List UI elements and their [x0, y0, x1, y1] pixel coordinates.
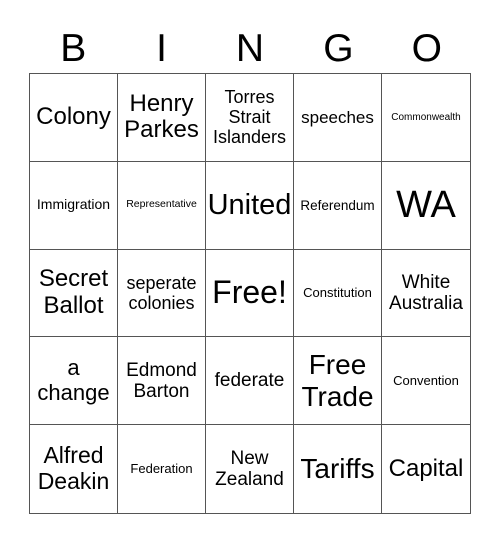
bingo-cell[interactable]: New Zealand: [206, 425, 294, 513]
bingo-cell[interactable]: Edmond Barton: [118, 337, 206, 426]
header-letter-b: B: [60, 27, 87, 70]
bingo-grid: Colony Henry Parkes Torres Strait Island…: [29, 73, 471, 514]
bingo-cell[interactable]: Immigration: [30, 161, 118, 250]
bingo-cell[interactable]: Secret Ballot: [30, 249, 118, 338]
bingo-cell[interactable]: Representative: [118, 161, 206, 250]
bingo-cell[interactable]: Free Trade: [294, 337, 382, 426]
bingo-cell[interactable]: speeches: [294, 74, 382, 162]
bingo-cell[interactable]: seperate colonies: [118, 249, 206, 338]
bingo-cell[interactable]: Henry Parkes: [118, 74, 206, 162]
bingo-cell[interactable]: Convention: [382, 337, 470, 426]
bingo-cell[interactable]: Commonwealth: [382, 74, 470, 162]
header-letter-i: I: [156, 27, 168, 70]
bingo-cell[interactable]: Referendum: [294, 161, 382, 250]
bingo-cell[interactable]: United: [206, 161, 294, 250]
free-space-cell[interactable]: Free!: [206, 249, 294, 338]
bingo-cell[interactable]: federate: [206, 337, 294, 426]
bingo-cell[interactable]: Capital: [382, 425, 470, 513]
header-letter-g: G: [323, 27, 354, 70]
bingo-header: B I N G O: [29, 26, 471, 72]
bingo-cell[interactable]: Torres Strait Islanders: [206, 74, 294, 162]
header-letter-o: O: [411, 27, 442, 70]
bingo-cell[interactable]: Alfred Deakin: [30, 425, 118, 513]
bingo-cell[interactable]: White Australia: [382, 250, 470, 338]
bingo-cell[interactable]: Federation: [118, 425, 206, 513]
bingo-cell[interactable]: WA: [382, 162, 470, 250]
header-letter-n: N: [235, 27, 265, 70]
bingo-cell[interactable]: Colony: [30, 74, 118, 162]
bingo-cell[interactable]: Constitution: [294, 249, 382, 338]
bingo-cell[interactable]: Tariffs: [294, 425, 382, 513]
bingo-cell[interactable]: a change: [30, 337, 118, 426]
